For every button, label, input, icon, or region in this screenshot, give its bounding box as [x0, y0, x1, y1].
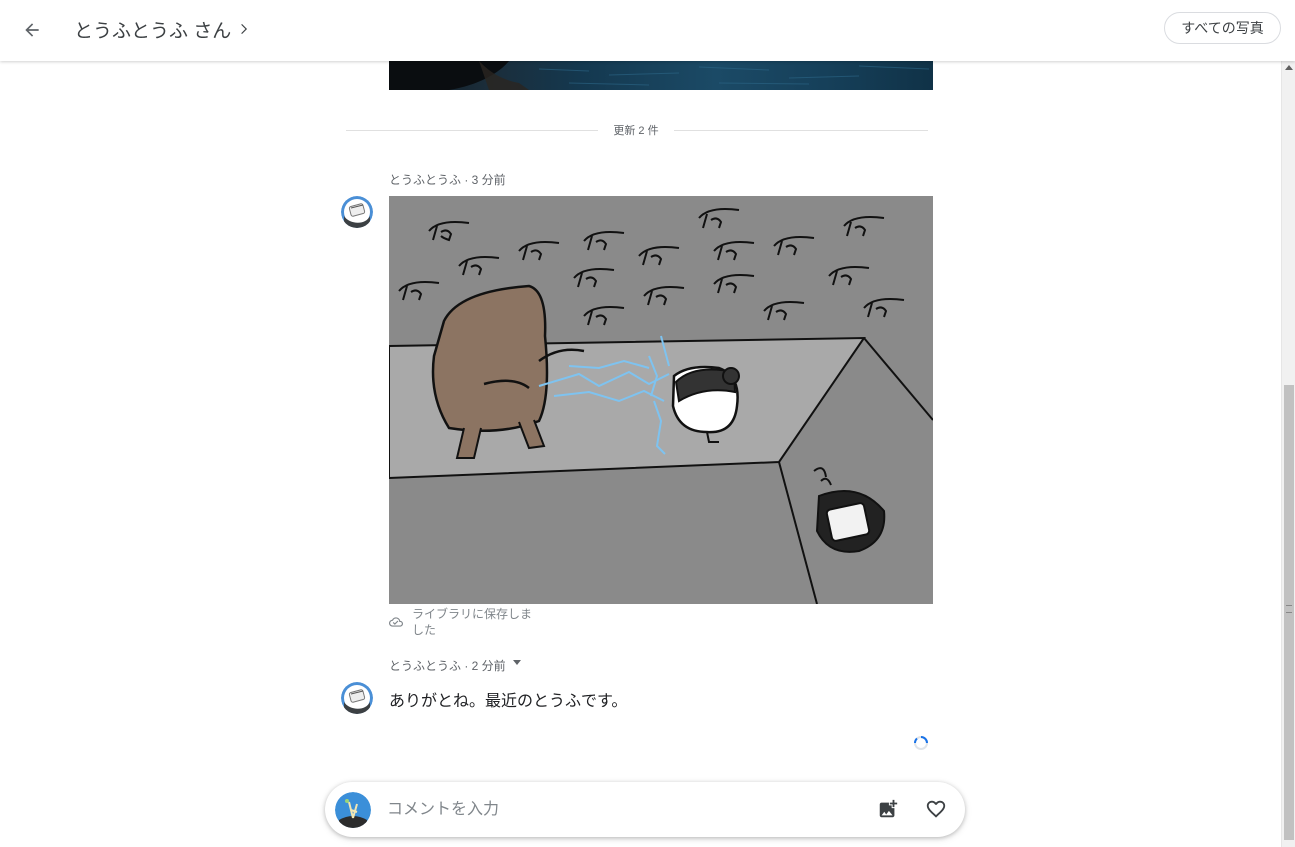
scroll-thumb[interactable]: [1284, 385, 1294, 840]
post-meta: とうふとうふ · 3 分前: [389, 173, 506, 187]
chevron-right-icon: [241, 23, 248, 35]
arrow-back-icon: [25, 23, 39, 37]
spinner-icon: [913, 736, 928, 750]
album-title-link[interactable]: とうふとうふ さん: [74, 16, 251, 42]
saved-status: ライブラリに保存しました: [389, 606, 549, 638]
divider-right: [674, 130, 928, 131]
comment-input[interactable]: [385, 794, 859, 826]
current-user-avatar: [335, 792, 371, 828]
post-photo[interactable]: [388, 196, 934, 605]
author-avatar[interactable]: [341, 682, 373, 714]
like-button[interactable]: [921, 794, 951, 824]
comment-composer: [325, 782, 965, 837]
saved-status-text: ライブラリに保存しました: [412, 607, 533, 637]
heart-outline-icon: [926, 800, 946, 818]
previous-photo[interactable]: [389, 61, 933, 90]
cloud-done-icon: [389, 617, 403, 627]
post-meta: とうふとうふ · 2 分前: [389, 659, 506, 673]
author-avatar[interactable]: [341, 196, 373, 228]
comment-text: ありがとね。最近のとうふです。: [389, 693, 628, 710]
back-button[interactable]: [14, 12, 50, 48]
divider-left: [346, 130, 598, 131]
top-app-bar: とうふとうふ さん すべての写真: [0, 0, 1295, 61]
add-photo-icon: [879, 799, 898, 818]
update-count-label: 更新 2 件: [600, 122, 672, 138]
scrollbar[interactable]: [1281, 61, 1295, 847]
scroll-grip: [1286, 605, 1292, 613]
scroll-up-arrow[interactable]: [1285, 65, 1293, 70]
all-photos-button[interactable]: すべての写真: [1164, 12, 1281, 44]
add-photo-button[interactable]: [873, 794, 903, 824]
album-title: とうふとうふ さん: [74, 20, 232, 42]
post-options-caret[interactable]: [513, 660, 521, 665]
